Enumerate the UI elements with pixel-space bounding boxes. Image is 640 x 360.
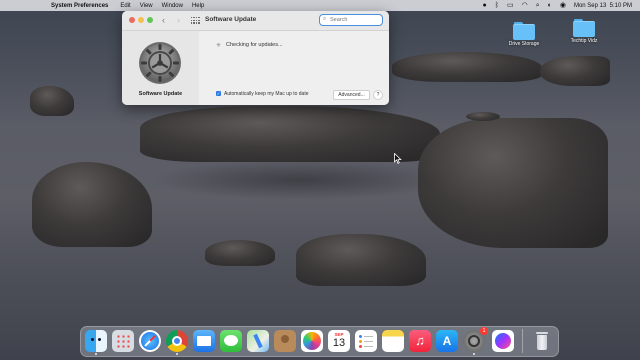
window-title: Software Update xyxy=(205,16,257,23)
search-input[interactable] xyxy=(330,16,380,24)
forward-chevron-icon[interactable]: › xyxy=(177,15,180,25)
status-area: ● ᛒ ▭ ◠ ⌕ ◐ ◉ Mon Sep 13 5:10 PM xyxy=(483,0,632,11)
wifi-icon[interactable]: ◠ xyxy=(522,0,528,11)
status-text: Checking for updates... xyxy=(226,42,283,48)
bluetooth-icon[interactable]: ᛒ xyxy=(495,0,499,11)
calendar-day: 13 xyxy=(332,337,346,349)
menu-edit[interactable]: Edit xyxy=(120,3,130,9)
folder-icon xyxy=(573,19,595,37)
dock-music-icon[interactable]: ♫ xyxy=(409,330,431,352)
window-titlebar[interactable]: ‹ › Software Update ⌕ xyxy=(122,11,389,31)
desktop-icon-label: Drive Storage xyxy=(508,41,540,47)
zoom-button[interactable] xyxy=(147,17,153,23)
dock-reminders-icon[interactable] xyxy=(355,330,377,352)
dock-notes-icon[interactable] xyxy=(382,330,404,352)
running-indicator xyxy=(176,353,178,355)
search-icon: ⌕ xyxy=(323,16,327,22)
running-indicator xyxy=(95,353,97,355)
screen-record-icon[interactable]: ● xyxy=(483,0,487,11)
minimize-button[interactable] xyxy=(138,17,144,23)
siri-icon[interactable]: ◉ xyxy=(560,0,566,11)
dock-photos-icon[interactable] xyxy=(301,330,323,352)
dock-messages-icon[interactable] xyxy=(220,330,242,352)
software-update-window: ‹ › Software Update ⌕ Search Software Up… xyxy=(122,11,389,105)
dock-messenger-icon[interactable] xyxy=(492,330,514,352)
advanced-button[interactable]: Advanced... xyxy=(333,90,370,100)
software-update-content: ✳ Checking for updates... ✓ Automaticall… xyxy=(199,31,389,105)
battery-icon[interactable]: ▭ xyxy=(507,0,514,11)
dock-app-store-icon[interactable]: A xyxy=(436,330,458,352)
rock-left-big xyxy=(32,162,152,247)
rock-small-mid xyxy=(466,112,500,121)
dock-launchpad-icon[interactable] xyxy=(112,330,134,352)
control-center-icon[interactable]: ◐ xyxy=(548,0,552,11)
water-reflection xyxy=(150,160,450,200)
dock-trash-icon[interactable] xyxy=(531,330,553,352)
rock-center-small xyxy=(205,240,275,266)
desktop-icon-techtip-vidz[interactable]: Techtip Vidz xyxy=(559,19,609,44)
mouse-cursor-icon xyxy=(394,153,402,164)
menu-view[interactable]: View xyxy=(140,3,153,9)
dock-contacts-icon[interactable] xyxy=(274,330,296,352)
folder-icon xyxy=(513,22,535,40)
rock-center-low xyxy=(296,234,426,286)
help-button[interactable]: ? xyxy=(373,90,383,100)
menu-app-name[interactable]: System Preferences xyxy=(51,3,108,9)
search-field[interactable]: ⌕ xyxy=(319,14,383,26)
spinner-icon: ✳ xyxy=(216,43,222,49)
menu-bar: System Preferences Edit View Window Help… xyxy=(0,0,640,11)
dock-maps-icon[interactable] xyxy=(247,330,269,352)
dock-calendar-icon[interactable]: SEP 13 xyxy=(328,330,350,352)
close-button[interactable] xyxy=(129,17,135,23)
rock-right-top xyxy=(392,52,542,82)
dock-finder-icon[interactable] xyxy=(85,330,107,352)
pane-label: Software Update xyxy=(138,91,183,97)
rock-right-edge xyxy=(540,56,610,86)
auto-update-label[interactable]: Automatically keep my Mac up to date xyxy=(224,91,309,97)
dock-divider xyxy=(522,329,523,353)
show-all-grid-icon[interactable] xyxy=(191,17,200,24)
dock-mail-icon[interactable] xyxy=(193,330,215,352)
gear-icon xyxy=(139,42,181,84)
back-chevron-icon[interactable]: ‹ xyxy=(162,15,165,25)
desktop-icon-label: Techtip Vidz xyxy=(570,38,598,44)
desktop-icon-drive-storage[interactable]: Drive Storage xyxy=(499,22,549,47)
spotlight-icon[interactable]: ⌕ xyxy=(536,0,540,11)
auto-update-checkbox[interactable]: ✓ xyxy=(216,91,221,96)
menu-window[interactable]: Window xyxy=(162,3,183,9)
dock-safari-icon[interactable] xyxy=(139,330,161,352)
dock-chrome-icon[interactable] xyxy=(166,330,188,352)
clock[interactable]: Mon Sep 13 5:10 PM xyxy=(574,3,632,9)
rock-left-top xyxy=(30,86,74,116)
menu-help[interactable]: Help xyxy=(192,3,204,9)
running-indicator xyxy=(473,353,475,355)
software-update-sidebar: Software Update xyxy=(122,31,199,105)
dock-badge: 1 xyxy=(480,327,488,335)
